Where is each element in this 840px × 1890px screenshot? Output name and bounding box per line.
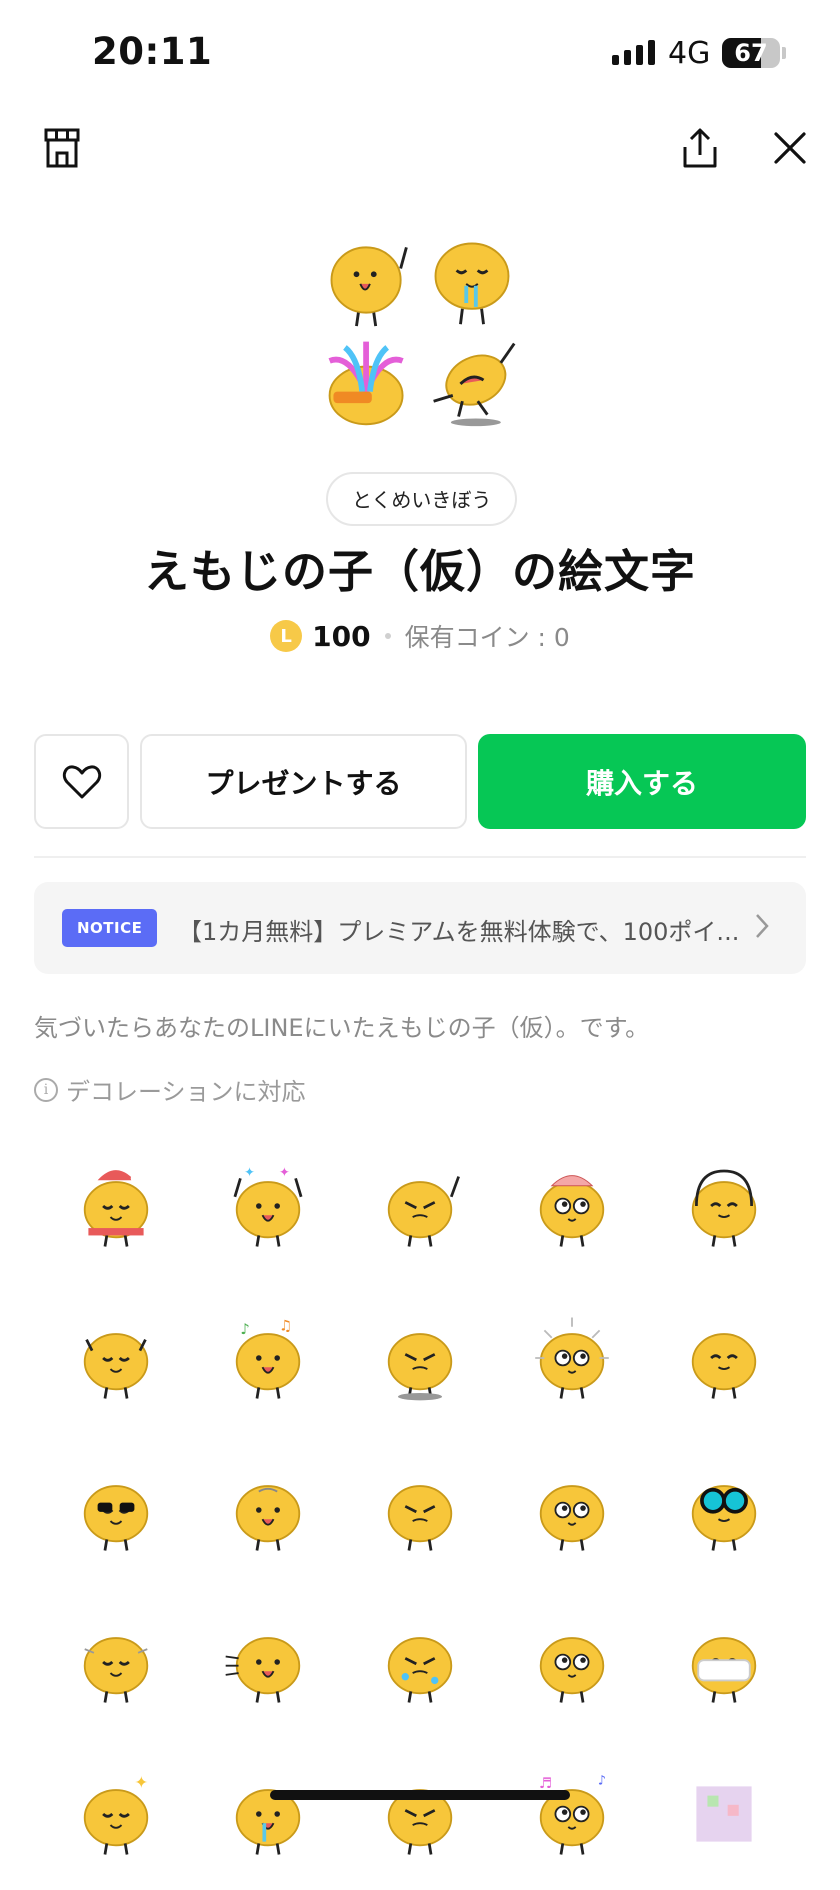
emoji-thumb-4 — [424, 334, 520, 430]
close-icon[interactable] — [766, 124, 814, 172]
share-icon[interactable] — [676, 124, 724, 172]
decoration-label: デコレーションに対応 — [66, 1078, 306, 1106]
emoji-item[interactable] — [344, 1282, 496, 1434]
buy-button[interactable]: 購入する — [478, 734, 806, 829]
battery-tip — [782, 47, 786, 59]
owned-coins: 保有コイン : 0 — [404, 623, 570, 652]
heart-icon — [62, 764, 101, 798]
emoji-item[interactable] — [344, 1738, 496, 1890]
emoji-thumb-2 — [424, 232, 520, 328]
emoji-item[interactable] — [648, 1738, 800, 1890]
emoji-item[interactable] — [40, 1434, 192, 1586]
svg-text:♪: ♪ — [598, 1774, 606, 1789]
notice-banner[interactable]: NOTICE 【1カ月無料】プレミアムを無料体験で、100ポイ... — [34, 882, 806, 974]
emoji-item[interactable]: ♪ ♫ — [192, 1282, 344, 1434]
emoji-item[interactable] — [496, 1434, 648, 1586]
emoji-item[interactable] — [40, 1282, 192, 1434]
emoji-item[interactable] — [192, 1586, 344, 1738]
price-row: L 100 保有コイン : 0 — [0, 618, 840, 654]
home-indicator — [270, 1790, 570, 1800]
decoration-support: i デコレーションに対応 — [34, 1072, 306, 1107]
like-button[interactable] — [34, 734, 129, 829]
gift-button[interactable]: プレゼントする — [140, 734, 467, 829]
emoji-grid: ✦ ✦ ♪ ♫ ✦ ♬ ♪ — [40, 1130, 800, 1890]
emoji-item[interactable]: ✦ ✦ — [192, 1130, 344, 1282]
separator-dot — [384, 633, 391, 639]
emoji-item[interactable] — [648, 1130, 800, 1282]
svg-text:♪: ♪ — [240, 1321, 249, 1338]
emoji-thumb-1 — [320, 232, 416, 328]
network-type: 4G — [668, 36, 711, 71]
emoji-item[interactable] — [192, 1738, 344, 1890]
cellular-signal-icon — [612, 40, 655, 65]
emoji-item[interactable] — [648, 1434, 800, 1586]
divider — [34, 856, 806, 858]
author-pill[interactable]: とくめいきぼう — [326, 472, 518, 526]
svg-text:✦: ✦ — [279, 1166, 290, 1181]
status-time: 20:11 — [92, 30, 213, 73]
emoji-item[interactable] — [496, 1130, 648, 1282]
emoji-item[interactable] — [40, 1130, 192, 1282]
svg-text:✦: ✦ — [244, 1166, 255, 1181]
emoji-item[interactable]: ♬ ♪ — [496, 1738, 648, 1890]
battery-icon: 67 — [722, 38, 780, 68]
emoji-item[interactable] — [496, 1586, 648, 1738]
emoji-item[interactable] — [40, 1586, 192, 1738]
line-coin-icon: L — [270, 620, 303, 652]
svg-text:♫: ♫ — [279, 1317, 292, 1334]
emoji-item[interactable] — [496, 1282, 648, 1434]
shop-icon[interactable] — [38, 124, 86, 172]
price-value: 100 — [312, 619, 371, 653]
emoji-item[interactable] — [344, 1586, 496, 1738]
notice-text: 【1カ月無料】プレミアムを無料体験で、100ポイ... — [178, 918, 740, 946]
svg-text:✦: ✦ — [134, 1773, 148, 1792]
emoji-item[interactable] — [648, 1586, 800, 1738]
info-icon: i — [34, 1077, 58, 1102]
product-title: えもじの子（仮）の絵文字 — [143, 545, 696, 598]
notice-badge: NOTICE — [62, 909, 158, 947]
emoji-item[interactable] — [344, 1130, 496, 1282]
battery-level: 67 — [734, 39, 768, 67]
emoji-item[interactable]: ✦ — [40, 1738, 192, 1890]
emoji-item[interactable] — [344, 1434, 496, 1586]
emoji-thumb-3 — [320, 334, 416, 430]
chevron-right-icon — [754, 912, 770, 944]
emoji-item[interactable] — [648, 1282, 800, 1434]
product-description: 気づいたらあなたのLINEにいたえもじの子（仮）。です。 — [34, 1014, 650, 1042]
emoji-item[interactable] — [192, 1434, 344, 1586]
